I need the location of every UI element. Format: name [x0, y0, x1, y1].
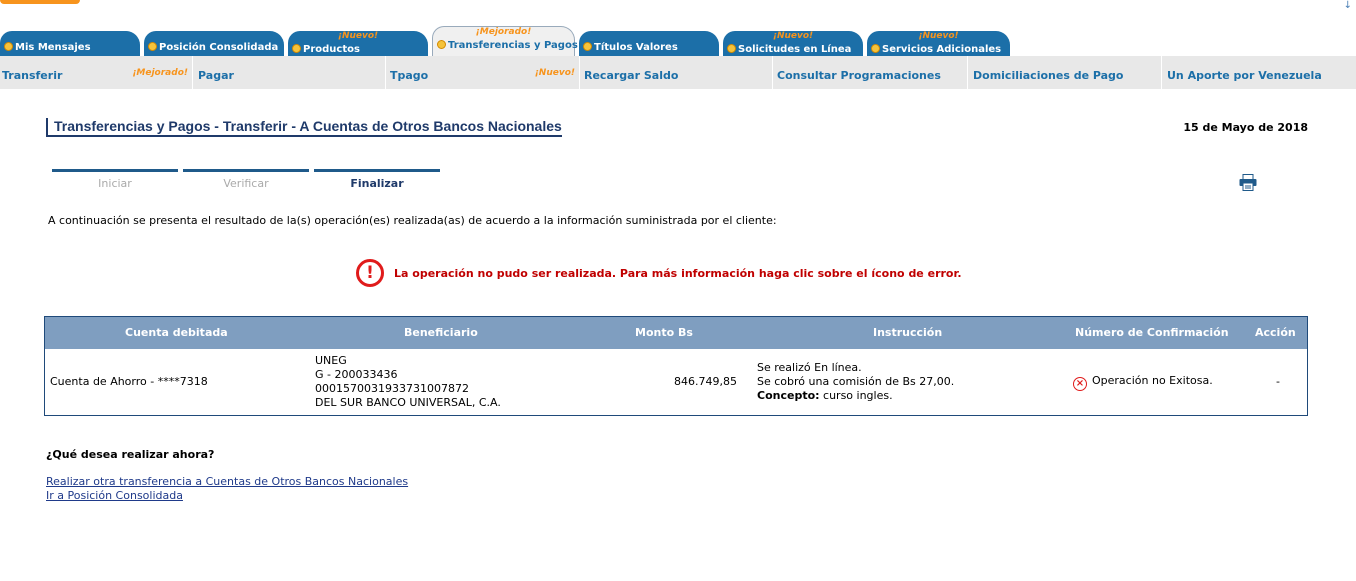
- subnav-aporte-venezuela[interactable]: Un Aporte por Venezuela: [1163, 56, 1356, 89]
- new-badge: ¡Nuevo!: [337, 31, 379, 41]
- tab-label: Transferencias y Pagos: [448, 40, 578, 51]
- subnav-pagar[interactable]: Pagar: [194, 56, 386, 89]
- instruction-line-2: Se cobró una comisión de Bs 27,00.: [757, 375, 955, 388]
- cell-instruction: Se realizó En línea. Se cobró una comisi…: [757, 361, 954, 403]
- subnav-transferir[interactable]: Transferir ¡Mejorado!: [0, 56, 193, 89]
- subnav-consultar-programaciones[interactable]: Consultar Programaciones: [774, 56, 968, 89]
- sub-navigation: Transferir ¡Mejorado! Pagar Tpago ¡Nuevo…: [0, 56, 1356, 89]
- tab-titulos-valores[interactable]: Títulos Valores: [579, 31, 719, 56]
- error-message-row: ! La operación no pudo ser realizada. Pa…: [356, 258, 962, 288]
- bullet-icon: [292, 44, 301, 53]
- tab-servicios-adicionales[interactable]: ¡Nuevo! Servicios Adicionales: [867, 31, 1010, 56]
- tab-posicion-consolidada[interactable]: Posición Consolidada: [144, 31, 284, 56]
- step-iniciar: Iniciar: [52, 169, 178, 193]
- print-icon[interactable]: [1239, 174, 1257, 191]
- intro-text: A continuación se presenta el resultado …: [48, 214, 777, 227]
- concept-label: Concepto:: [757, 389, 820, 402]
- subnav-tpago[interactable]: Tpago ¡Nuevo!: [387, 56, 580, 89]
- confirmation-status: Operación no Exitosa.: [1092, 374, 1213, 387]
- subnav-label: Transferir: [2, 69, 63, 82]
- instruction-concept: Concepto: curso ingles.: [757, 389, 954, 403]
- failure-icon[interactable]: ×: [1073, 377, 1087, 391]
- tab-label: Mis Mensajes: [15, 42, 91, 53]
- header-monto: Monto Bs: [635, 326, 693, 339]
- subnav-label: Pagar: [198, 69, 234, 82]
- main-tabs: Mis Mensajes Posición Consolidada ¡Nuevo…: [0, 26, 1356, 56]
- concept-value: curso ingles.: [819, 389, 893, 402]
- tab-transferencias-y-pagos[interactable]: ¡Mejorado! Transferencias y Pagos: [432, 26, 578, 56]
- tab-label: Servicios Adicionales: [882, 44, 1002, 55]
- tab-label: Títulos Valores: [594, 42, 678, 53]
- step-verificar: Verificar: [183, 169, 309, 193]
- result-table: Cuenta debitada Beneficiario Monto Bs In…: [44, 316, 1308, 416]
- table-header: Cuenta debitada Beneficiario Monto Bs In…: [45, 317, 1307, 349]
- page-date: 15 de Mayo de 2018: [1183, 121, 1308, 134]
- link-posicion-consolidada[interactable]: Ir a Posición Consolidada: [46, 489, 183, 502]
- page-title: Transferencias y Pagos - Transferir - A …: [46, 118, 562, 137]
- beneficiary-account: 00015700319337310078​72: [315, 382, 469, 395]
- cell-account: Cuenta de Ahorro - ****7318: [50, 375, 208, 388]
- subnav-domiciliaciones[interactable]: Domiciliaciones de Pago: [969, 56, 1162, 89]
- subnav-label: Tpago: [390, 69, 429, 82]
- error-message: La operación no pudo ser realizada. Para…: [394, 266, 962, 280]
- next-actions-heading: ¿Qué desea realizar ahora?: [46, 448, 215, 461]
- header-instruccion: Instrucción: [873, 326, 943, 339]
- cell-action: -: [1276, 375, 1280, 388]
- subnav-label: Consultar Programaciones: [777, 69, 941, 82]
- beneficiary-name: UNEG: [315, 354, 347, 367]
- bullet-icon: [871, 44, 880, 53]
- beneficiary-bank: DEL SUR BANCO UNIVERSAL, C.A.: [315, 396, 501, 409]
- tab-solicitudes-en-linea[interactable]: ¡Nuevo! Solicitudes en Línea: [723, 31, 863, 56]
- bullet-icon: [583, 42, 592, 51]
- tab-productos[interactable]: ¡Nuevo! Productos: [288, 31, 428, 56]
- subnav-label: Un Aporte por Venezuela: [1167, 69, 1322, 82]
- header-numero-confirmacion: Número de Confirmación: [1075, 326, 1229, 339]
- corner-arrow-icon: ↓: [1343, 0, 1352, 11]
- instruction-line-1: Se realizó En línea.: [757, 361, 862, 374]
- step-finalizar: Finalizar: [314, 169, 440, 193]
- link-another-transfer[interactable]: Realizar otra transferencia a Cuentas de…: [46, 475, 408, 488]
- header-beneficiario: Beneficiario: [404, 326, 478, 339]
- subnav-recargar-saldo[interactable]: Recargar Saldo: [581, 56, 773, 89]
- tab-mis-mensajes[interactable]: Mis Mensajes: [0, 31, 140, 56]
- error-icon[interactable]: !: [356, 259, 384, 287]
- cell-amount: 846.749,85: [674, 375, 737, 388]
- beneficiary-id: G - 200033436: [315, 368, 398, 381]
- header-accion: Acción: [1255, 326, 1296, 339]
- new-badge: ¡Nuevo!: [772, 31, 814, 41]
- tab-label: Posición Consolidada: [159, 42, 279, 53]
- new-badge: ¡Nuevo!: [918, 31, 959, 41]
- bullet-icon: [727, 44, 736, 53]
- bullet-icon: [148, 42, 157, 51]
- improved-badge: ¡Mejorado!: [475, 27, 532, 37]
- bank-logo[interactable]: [0, 0, 80, 4]
- cell-beneficiary: UNEG G - 200033436 00015700319337310078​…: [315, 354, 501, 410]
- subnav-label: Domiciliaciones de Pago: [973, 69, 1124, 82]
- new-badge: ¡Nuevo!: [534, 68, 575, 78]
- tab-label: Solicitudes en Línea: [738, 44, 852, 55]
- bullet-icon: [437, 40, 446, 49]
- bullet-icon: [4, 42, 13, 51]
- tab-label: Productos: [303, 44, 360, 55]
- subnav-label: Recargar Saldo: [584, 69, 679, 82]
- table-row: Cuenta de Ahorro - ****7318 UNEG G - 200…: [45, 349, 1307, 415]
- cell-confirmation: × Operación no Exitosa.: [1073, 374, 1213, 391]
- header-cuenta-debitada: Cuenta debitada: [125, 326, 228, 339]
- improved-badge: ¡Mejorado!: [132, 68, 188, 78]
